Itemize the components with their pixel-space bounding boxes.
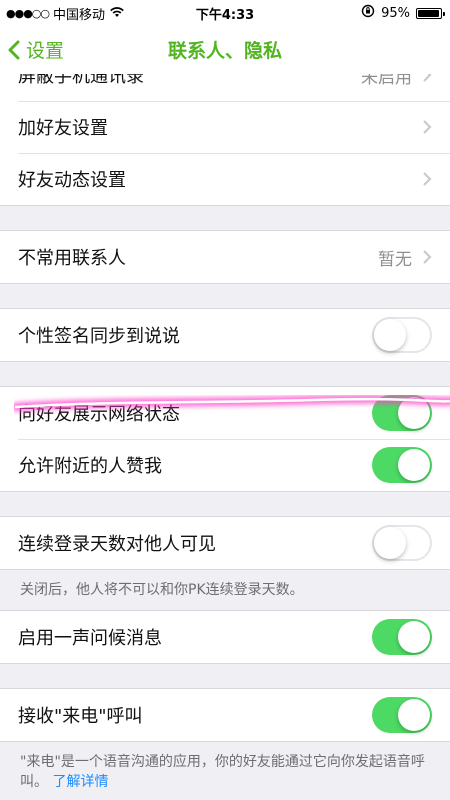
network-status-toggle[interactable] (372, 395, 432, 431)
toggle-knob (398, 621, 430, 653)
group-visibility: 向好友展示网络状态 允许附近的人赞我 (0, 386, 450, 492)
chevron-right-icon (423, 74, 432, 82)
rotation-lock-icon (361, 4, 375, 22)
group-greeting: 启用一声问候消息 (0, 610, 450, 664)
row-label: 允许附近的人赞我 (18, 456, 162, 477)
row-label: 启用一声问候消息 (18, 628, 162, 649)
toggle-knob (374, 319, 406, 351)
row-label: 不常用联系人 (18, 248, 126, 269)
battery-level (418, 9, 439, 17)
toggle-knob (398, 449, 430, 481)
receive-calls-toggle[interactable] (372, 697, 432, 733)
row-label: 连续登录天数对他人可见 (18, 534, 216, 555)
row-greeting-message: 启用一声问候消息 (0, 611, 450, 663)
row-label: 向好友展示网络状态 (18, 404, 180, 425)
row-receive-calls: 接收"来电"呼叫 (0, 689, 450, 741)
toggle-knob (374, 527, 406, 559)
row-nearby-likes: 允许附近的人赞我 (0, 439, 450, 491)
row-label: 加好友设置 (18, 118, 108, 139)
toggle-knob (398, 397, 430, 429)
login-days-toggle[interactable] (372, 525, 432, 561)
nearby-likes-toggle[interactable] (372, 447, 432, 483)
signature-sync-toggle[interactable] (372, 317, 432, 353)
page-title: 联系人、隐私 (167, 40, 282, 62)
toggle-knob (398, 699, 430, 731)
chevron-right-icon (423, 120, 432, 134)
group-signature: 个性签名同步到说说 (0, 308, 450, 362)
status-bar: ●●●○○ 中国移动 下午4:33 95% (0, 0, 450, 24)
row-add-friend-settings[interactable]: 加好友设置 (0, 101, 450, 153)
group-login-days: 连续登录天数对他人可见 (0, 516, 450, 570)
group-infrequent: 不常用联系人 暂无 (0, 230, 450, 284)
group-calls: 接收"来电"呼叫 (0, 688, 450, 742)
row-block-phone-contacts[interactable]: 屏蔽手机通讯录 未启用 (0, 74, 450, 101)
row-label: 接收"来电"呼叫 (18, 706, 143, 727)
row-value: 未启用 (361, 74, 412, 88)
settings-list[interactable]: 屏蔽手机通讯录 未启用 加好友设置 好友动态设置 不常用联系人 暂无 个性签名同… (0, 74, 450, 800)
login-days-footnote: 关闭后，他人将不可以和你PK连续登录天数。 (20, 582, 304, 598)
calls-footnote: "来电"是一个语音沟通的应用，你的好友能通过它向你发起语音呼叫。 了解详情 (0, 742, 450, 800)
status-right: 95% (361, 4, 445, 22)
chevron-right-icon (423, 250, 432, 264)
learn-more-link[interactable]: 了解详情 (52, 774, 108, 790)
row-label: 个性签名同步到说说 (18, 326, 180, 347)
greeting-toggle[interactable] (372, 619, 432, 655)
row-login-days-visible: 连续登录天数对他人可见 (0, 517, 450, 569)
row-label: 好友动态设置 (18, 170, 126, 191)
row-signature-sync: 个性签名同步到说说 (0, 309, 450, 361)
navigation-bar: 设置 联系人、隐私 (0, 24, 450, 75)
group-contacts: 屏蔽手机通讯录 未启用 加好友设置 好友动态设置 (0, 74, 450, 206)
row-value: 暂无 (378, 249, 412, 270)
row-infrequent-contacts[interactable]: 不常用联系人 暂无 (0, 231, 450, 283)
row-friend-feed-settings[interactable]: 好友动态设置 (0, 153, 450, 205)
chevron-right-icon (423, 172, 432, 186)
battery-percent: 95% (381, 5, 410, 21)
row-label: 屏蔽手机通讯录 (18, 74, 144, 87)
battery-icon (416, 7, 445, 19)
row-show-network-status: 向好友展示网络状态 (0, 387, 450, 439)
